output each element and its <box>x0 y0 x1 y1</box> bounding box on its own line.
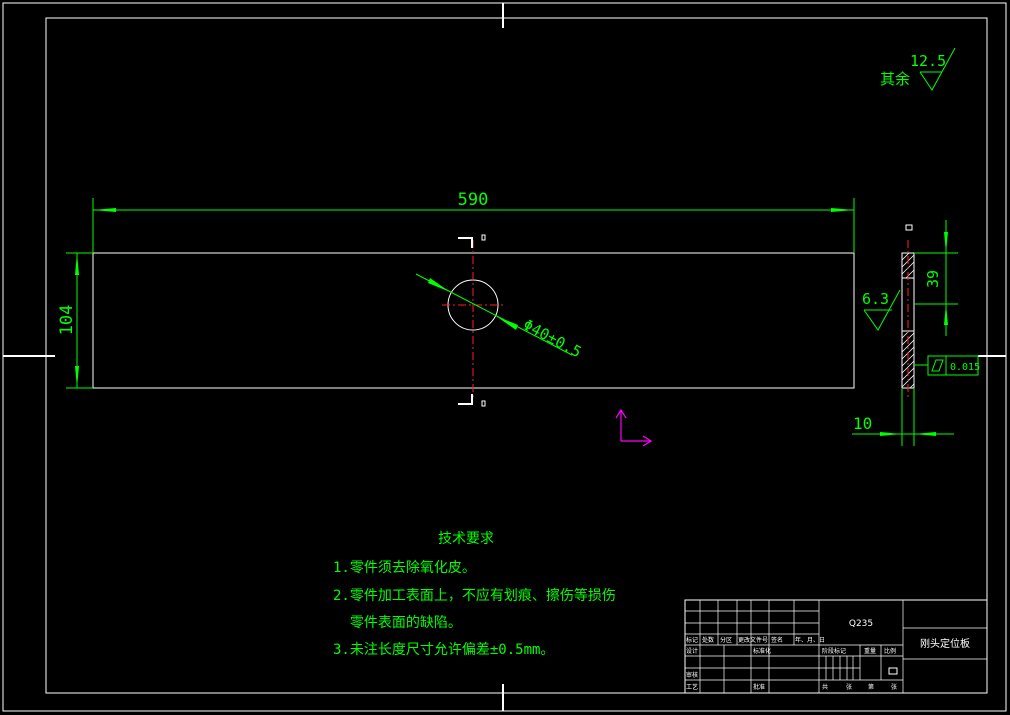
side-view <box>901 224 915 398</box>
label-stage: 阶段标记 <box>822 647 846 655</box>
roughness-prefix: 其余 <box>880 70 910 88</box>
flatness-value: 0.015 <box>950 362 980 373</box>
label-scale: 比例 <box>884 647 896 655</box>
dim-thickness: 10 <box>852 388 954 446</box>
drawing-canvas: 其余 12.5 590 104 Φ40±0.5 39 6.3 0.015 10 … <box>2 2 1007 712</box>
section-marker-bottom <box>458 394 473 405</box>
label-date: 年、月、日 <box>795 636 825 644</box>
label-sheets-1: 张 <box>846 683 852 691</box>
label-zone: 分区 <box>720 636 732 644</box>
roughness-symbol-other: 其余 12.5 <box>880 47 956 91</box>
outer-border <box>2 2 1007 712</box>
material-value: Q235 <box>849 619 873 629</box>
notes-line-2: 2.零件加工表面上，不应有划痕、擦伤等损伤 <box>333 587 616 604</box>
label-process: 工艺 <box>686 683 698 691</box>
dim-length-value: 590 <box>458 190 489 210</box>
dim-side-height-value: 39 <box>924 270 942 288</box>
notes-line-1: 1.零件须去除氧化皮。 <box>333 560 476 576</box>
flatness-icon <box>931 359 944 372</box>
part-name: 刚头定位板 <box>920 637 970 650</box>
flatness-frame: 0.015 <box>914 355 980 376</box>
label-approve: 批准 <box>753 683 765 691</box>
dim-thickness-value: 10 <box>853 414 872 433</box>
dim-height-value: 104 <box>57 305 77 336</box>
label-weight: 重量 <box>864 647 876 655</box>
label-sheet-no: 第 <box>868 683 874 691</box>
label-sheets-2: 张 <box>891 683 897 691</box>
section-label-bottom <box>481 400 486 407</box>
section-marker-top <box>458 237 473 248</box>
label-review: 审核 <box>686 671 698 679</box>
label-standardization: 标准化 <box>753 647 771 655</box>
label-change-doc: 更改文件号 <box>738 636 768 644</box>
label-count: 处数 <box>702 636 714 644</box>
dim-hole-value: Φ40±0.5 <box>520 316 584 362</box>
roughness-side-value: 6.3 <box>862 290 889 308</box>
dim-height: 104 <box>57 252 93 389</box>
label-total: 共 <box>822 683 828 691</box>
notes-line-4: 3.未注长度尺寸允许偏差±0.5mm。 <box>333 642 554 658</box>
title-block: Q235 刚头定位板 标记 处数 分区 更改文件号 签名 年、月、日 设计 审核… <box>684 599 988 694</box>
roughness-symbol-side: 6.3 <box>862 289 901 331</box>
section-label-top <box>481 234 486 241</box>
label-signature: 签名 <box>771 636 783 644</box>
roughness-value: 12.5 <box>910 52 946 70</box>
ucs-icon <box>615 408 653 447</box>
label-design: 设计 <box>686 647 698 655</box>
technical-notes: 技术要求 1.零件须去除氧化皮。 2.零件加工表面上，不应有划痕、擦伤等损伤 零… <box>333 531 616 658</box>
dim-side-height: 39 <box>914 220 958 336</box>
label-mark: 标记 <box>686 636 698 644</box>
notes-line-3: 零件表面的缺陷。 <box>333 615 462 631</box>
dim-hole: Φ40±0.5 <box>415 273 584 362</box>
scale-box-icon <box>888 667 898 675</box>
notes-title: 技术要求 <box>438 531 494 547</box>
